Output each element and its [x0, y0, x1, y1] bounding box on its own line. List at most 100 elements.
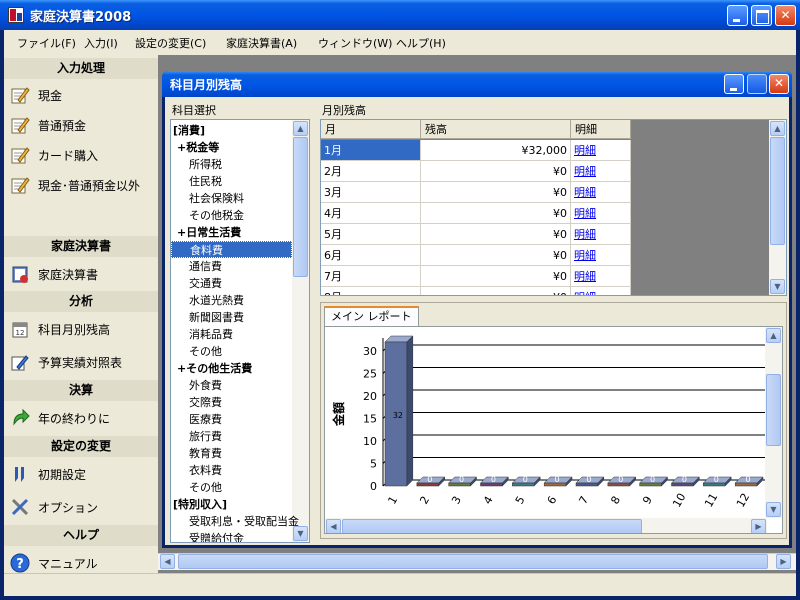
- category-list-scrollbar[interactable]: ▲ ▼: [292, 120, 309, 542]
- title-bar[interactable]: 家庭決算書2008 ✕: [0, 0, 800, 30]
- nav-item-cash[interactable]: 現金: [8, 81, 158, 109]
- app-window: 家庭決算書2008 ✕ ファイル(F) 入力(I) 設定の変更(C) 家庭決算書…: [0, 0, 800, 600]
- nav-item-monthly-balance[interactable]: 12 科目月別残高: [8, 315, 158, 343]
- menu-window[interactable]: ウィンドウ(W): [318, 35, 392, 51]
- grid-cell-month: 8月: [321, 287, 421, 295]
- scroll-thumb[interactable]: [766, 374, 781, 446]
- detail-link[interactable]: 明細: [571, 224, 631, 245]
- scroll-down-button[interactable]: ▼: [766, 502, 781, 517]
- y-tick-label: 10: [363, 435, 377, 448]
- category-item[interactable]: +日常生活費: [171, 224, 292, 241]
- category-item[interactable]: 外食費: [171, 377, 292, 394]
- data-label: 0: [650, 475, 655, 484]
- app-icon[interactable]: [8, 7, 24, 23]
- nav-item-year-end[interactable]: 年の終わりに: [8, 404, 158, 432]
- grid-cell-balance: ¥0: [421, 245, 571, 266]
- data-label: 0: [682, 475, 687, 484]
- nav-item-savings[interactable]: 普通預金: [8, 111, 158, 139]
- scroll-up-button[interactable]: ▲: [770, 121, 785, 136]
- category-item[interactable]: [消費]: [171, 122, 292, 139]
- tab-main-report[interactable]: メイン レポート: [324, 306, 419, 326]
- scroll-up-button[interactable]: ▲: [766, 328, 781, 343]
- category-item[interactable]: 交際費: [171, 394, 292, 411]
- grid-cell-balance: ¥0: [421, 203, 571, 224]
- detail-link[interactable]: 明細: [571, 203, 631, 224]
- child-close-button[interactable]: ✕: [769, 74, 789, 94]
- scroll-right-button[interactable]: ▶: [751, 519, 766, 533]
- column-header[interactable]: 残高: [421, 120, 571, 139]
- subject-select-label: 科目選択: [172, 104, 216, 117]
- category-item[interactable]: 受取利息・受取配当金: [171, 513, 299, 530]
- category-item[interactable]: 水道光熱費: [171, 292, 292, 309]
- scroll-thumb[interactable]: [293, 137, 308, 277]
- nav-item-card[interactable]: カード購入: [8, 141, 158, 169]
- child-title-bar[interactable]: 科目月別残高 ✕: [162, 71, 792, 97]
- chart-hscroll[interactable]: ◀ ▶: [325, 518, 767, 533]
- category-list[interactable]: ▲ ▼ [消費] +税金等 所得税 住民税 社会保険料 その他税金 +日常生活費 食料費 通信費…: [170, 119, 310, 543]
- scroll-thumb[interactable]: [770, 137, 785, 245]
- scroll-up-button[interactable]: ▲: [293, 121, 308, 136]
- detail-link[interactable]: 明細: [571, 266, 631, 287]
- scroll-thumb[interactable]: [178, 554, 768, 569]
- detail-link[interactable]: 明細: [571, 287, 631, 295]
- mdi-workspace: 科目月別残高 ✕ 科目選択 月別残高 ▲ ▼ [消費] +税金等 所得税 住民税 社会: [158, 55, 796, 573]
- category-item[interactable]: 医療費: [171, 411, 292, 428]
- monthly-balance-grid[interactable]: ▲ ▼ 月残高 明細 1月 ¥32,000 明細 2月 ¥0 明細 3月 ¥0 明細 4月 ¥0 明細 5月…: [320, 119, 787, 296]
- category-item[interactable]: 通信費: [171, 258, 292, 275]
- menu-report[interactable]: 家庭決算書(A): [226, 35, 297, 51]
- detail-link[interactable]: 明細: [571, 245, 631, 266]
- maximize-button[interactable]: [751, 5, 772, 26]
- category-item[interactable]: +その他生活費: [171, 360, 292, 377]
- category-item[interactable]: +税金等: [171, 139, 292, 156]
- workspace-hscroll[interactable]: ◀ ▶: [158, 553, 796, 570]
- nav-item-options[interactable]: オプション: [8, 493, 158, 521]
- category-item[interactable]: 消耗品費: [171, 326, 292, 343]
- menu-help[interactable]: ヘルプ(H): [396, 35, 446, 51]
- scroll-thumb[interactable]: [342, 519, 642, 533]
- detail-link[interactable]: 明細: [571, 182, 631, 203]
- category-item[interactable]: 受贈給付金: [171, 530, 292, 542]
- child-minimize-button[interactable]: [724, 74, 744, 94]
- nav-item-other[interactable]: 現金･普通預金以外: [8, 171, 158, 199]
- report-pane: メイン レポート 0 5 10 15 20 25 30 金額 32 1 0 2 0 3 0 4 0 5 0 6 0 7 0 8…: [320, 302, 787, 539]
- category-item[interactable]: その他税金: [171, 207, 292, 224]
- svg-text:12: 12: [16, 329, 25, 337]
- close-button[interactable]: ✕: [775, 5, 796, 26]
- report-book-icon: [12, 266, 28, 283]
- scroll-down-button[interactable]: ▼: [770, 279, 785, 294]
- category-item[interactable]: その他: [171, 343, 292, 360]
- category-item[interactable]: 教育費: [171, 445, 292, 462]
- column-header[interactable]: 明細: [571, 120, 631, 139]
- menu-input[interactable]: 入力(I): [84, 35, 118, 51]
- menu-file[interactable]: ファイル(F): [17, 35, 76, 51]
- detail-link[interactable]: 明細: [571, 140, 631, 161]
- grid-scrollbar[interactable]: ▲ ▼: [769, 120, 786, 295]
- category-item[interactable]: 所得税: [171, 156, 292, 173]
- category-item[interactable]: 住民税: [171, 173, 292, 190]
- minimize-button[interactable]: [727, 5, 748, 26]
- category-item[interactable]: その他: [171, 479, 292, 496]
- column-header[interactable]: 月: [321, 120, 421, 139]
- category-item[interactable]: 交通費: [171, 275, 292, 292]
- category-item[interactable]: [特別収入]: [171, 496, 292, 513]
- category-item[interactable]: 食料費: [171, 241, 292, 258]
- scroll-left-button[interactable]: ◀: [160, 554, 175, 569]
- detail-link[interactable]: 明細: [571, 161, 631, 182]
- data-label: 0: [491, 475, 496, 484]
- nav-item-budget-vs-actual[interactable]: 予算実績対照表: [8, 348, 158, 376]
- category-item[interactable]: 旅行費: [171, 428, 292, 445]
- category-item[interactable]: 新聞図書費: [171, 309, 292, 326]
- category-item[interactable]: 社会保険料: [171, 190, 292, 207]
- nav-item-household-report[interactable]: 家庭決算書: [8, 260, 158, 288]
- monthly-balance-window: 科目月別残高 ✕ 科目選択 月別残高 ▲ ▼ [消費] +税金等 所得税 住民税 社会: [162, 71, 792, 548]
- chart-vscroll[interactable]: ▲ ▼: [765, 327, 782, 518]
- scroll-right-button[interactable]: ▶: [776, 554, 791, 569]
- data-label: 0: [586, 475, 591, 484]
- child-maximize-button[interactable]: [747, 74, 767, 94]
- nav-item-initial-settings[interactable]: 初期設定: [8, 460, 158, 488]
- section-header-help: ヘルプ: [4, 525, 158, 546]
- category-item[interactable]: 衣料費: [171, 462, 292, 479]
- menu-settings[interactable]: 設定の変更(C): [135, 35, 206, 51]
- x-tick-label: 1: [386, 494, 401, 507]
- scroll-left-button[interactable]: ◀: [326, 519, 341, 533]
